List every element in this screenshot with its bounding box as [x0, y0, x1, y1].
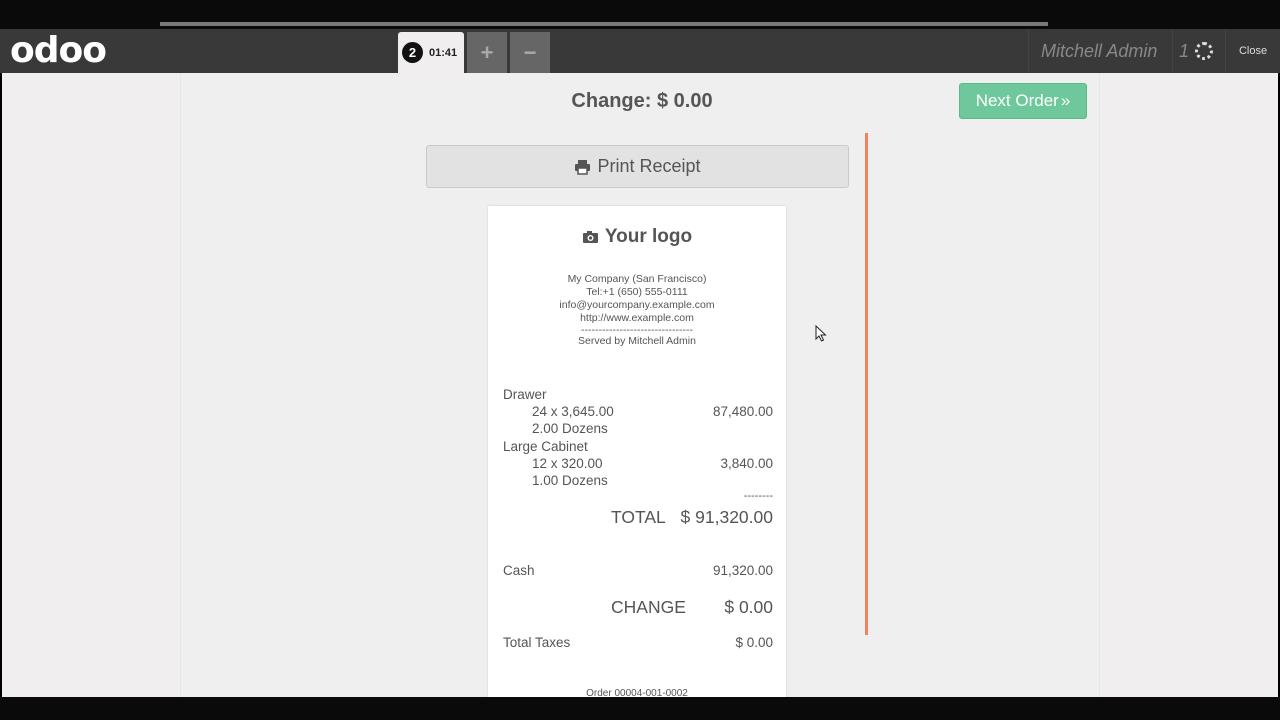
double-chevron-right-icon: » [1060, 91, 1071, 110]
order-number-badge: 2 [402, 42, 423, 63]
served-by: Served by Mitchell Admin [578, 335, 696, 347]
bottom-letterbox [0, 697, 1280, 720]
odoo-logo: odoo [10, 30, 107, 71]
company-phone: Tel:+1 (650) 555-0111 [586, 286, 688, 298]
orderline-amount: 87,480.00 [712, 404, 773, 419]
mouse-cursor-icon [815, 325, 827, 342]
printer-icon [575, 159, 591, 175]
top-strip [160, 22, 1048, 26]
total-label: TOTAL [611, 507, 666, 527]
total-taxes-value: $ 0.00 [735, 635, 773, 650]
sync-count: 1 [1179, 41, 1190, 61]
payment-amount: 91,320.00 [712, 563, 773, 578]
receipt-header: My Company (San Francisco) Tel:+1 (650) … [488, 273, 786, 348]
orderline-qty-price: 24 x 3,645.00 [532, 404, 614, 419]
orderline-qty-price: 12 x 320.00 [532, 456, 603, 471]
close-button[interactable]: Close [1225, 29, 1280, 73]
total-taxes-label: Total Taxes [503, 635, 571, 650]
header-separator: -------------------------------- [581, 324, 693, 336]
payment-method: Cash [503, 563, 535, 578]
order-tab[interactable]: 2 01:41 [398, 32, 464, 73]
total-separator: -------- [743, 490, 773, 502]
change-amount-title: Change: $ 0.00 [571, 90, 713, 112]
receipt-logo-text: Your logo [604, 226, 693, 247]
scroll-indicator[interactable] [865, 133, 868, 635]
pos-navbar: odoo 2 01:41 + − Mitchell Admin 1 Close [0, 29, 1280, 73]
spinner-icon [1195, 42, 1213, 60]
orderline-amount: 3,840.00 [720, 456, 773, 471]
orderline-uom: 2.00 Dozens [532, 421, 608, 436]
orderline-uom: 1.00 Dozens [532, 473, 608, 488]
company-email: info@yourcompany.example.com [559, 299, 715, 311]
remove-order-button[interactable]: − [510, 32, 550, 73]
user-name[interactable]: Mitchell Admin [1028, 29, 1168, 73]
camera-icon [582, 231, 598, 243]
order-reference: Order 00004-001-0002 [586, 688, 688, 697]
print-receipt-button[interactable]: Print Receipt [426, 145, 849, 188]
receipt-screen: Change: $ 0.00 Next Order » Print Receip… [2, 73, 1278, 697]
company-name: My Company (San Francisco) [567, 273, 707, 285]
receipt-logo: Your logo [488, 226, 786, 248]
next-order-button[interactable]: Next Order » [959, 83, 1087, 119]
receipt-ticket: Your logo My Company (San Francisco) Tel… [488, 206, 786, 697]
print-receipt-label: Print Receipt [597, 156, 701, 176]
order-time: 01:41 [429, 46, 458, 59]
change-label: CHANGE [611, 597, 686, 617]
next-order-label: Next Order [975, 91, 1059, 110]
total-value: $ 91,320.00 [680, 507, 773, 527]
add-order-button[interactable]: + [467, 32, 507, 73]
change-value: $ 0.00 [724, 597, 773, 617]
orderline-product: Drawer [503, 387, 547, 402]
orderline-product: Large Cabinet [503, 439, 588, 454]
